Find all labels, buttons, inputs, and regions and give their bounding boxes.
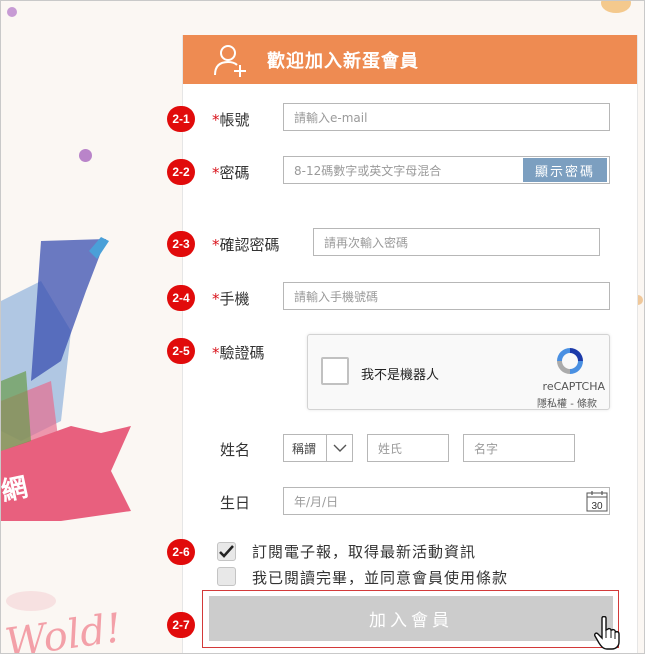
account-input[interactable]: 請輸入e-mail [283,103,610,131]
required-mark: * [212,290,220,308]
confirm-password-placeholder: 請再次輸入密碼 [324,235,409,250]
password-label: *密碼 [212,162,250,183]
recaptcha-text: 我不是機器人 [361,368,440,383]
captcha-label-text: 驗證碼 [219,344,265,362]
account-label: *帳號 [212,109,250,130]
hand-cursor-icon [594,616,620,650]
recaptcha-widget: 我不是機器人 reCAPTCHA 隱私權 - 條款 [307,334,610,410]
title-select[interactable]: 稱謂 [283,434,353,462]
password-placeholder: 8-12碼數字或英文字母混合 [294,163,442,178]
birthday-input[interactable]: 年/月/日 [283,487,610,515]
recaptcha-brand: reCAPTCHA [542,380,605,393]
phone-placeholder: 請輸入手機號碼 [294,289,379,304]
birthday-placeholder: 年/月/日 [294,494,339,509]
step-badge: 2-2 [167,159,195,185]
panel-header: 歡迎加入新蛋會員 [183,35,637,84]
account-label-text: 帳號 [219,111,250,129]
required-mark: * [212,164,220,182]
step-badge: 2-7 [167,612,195,638]
step-badge: 2-4 [167,285,195,311]
step-badge: 2-5 [167,338,195,364]
step-badge: 2-1 [167,106,195,132]
join-button[interactable]: 加入會員 [209,596,613,641]
first-name-input[interactable]: 名字 [463,434,575,462]
step-badge: 2-3 [167,231,195,257]
confirm-password-input[interactable]: 請再次輸入密碼 [313,228,600,256]
required-mark: * [212,236,220,254]
phone-label: *手機 [212,288,250,309]
captcha-label: *驗證碼 [212,342,265,363]
first-name-placeholder: 名字 [474,441,499,456]
name-label: 姓名 [220,441,251,459]
chevron-down-icon [326,435,352,461]
recaptcha-logo-icon [557,348,583,374]
newsletter-label: 訂閱電子報，取得最新活動資訊 [252,543,477,561]
decor-dot [601,1,631,13]
recaptcha-links[interactable]: 隱私權 - 條款 [537,395,597,410]
phone-input[interactable]: 請輸入手機號碼 [283,282,610,310]
newsletter-checkbox[interactable] [217,542,236,561]
checkmark-icon [219,545,234,558]
last-name-placeholder: 姓氏 [378,441,403,456]
title-select-value: 稱謂 [292,441,317,456]
password-label-text: 密碼 [219,164,250,182]
submit-highlight: 加入會員 [202,590,619,648]
required-mark: * [212,111,220,129]
phone-label-text: 手機 [219,290,250,308]
terms-label: 我已閱讀完畢，並同意會員使用條款 [252,569,509,587]
decor-dot [79,149,92,162]
terms-checkbox[interactable] [217,567,236,586]
account-placeholder: 請輸入e-mail [294,110,368,125]
page-title: 歡迎加入新蛋會員 [267,50,419,72]
last-name-input[interactable]: 姓氏 [367,434,449,462]
calendar-icon[interactable]: 30 [586,490,608,512]
step-badge: 2-6 [167,539,195,565]
recaptcha-checkbox[interactable] [321,357,349,385]
show-password-button[interactable]: 顯示密碼 [523,158,607,182]
confirm-password-label: *確認密碼 [212,234,280,255]
decor-dot [7,7,17,17]
birthday-label: 生日 [220,494,251,512]
calendar-day: 30 [591,501,603,512]
add-user-icon [214,44,246,77]
required-mark: * [212,344,220,362]
confirm-password-label-text: 確認密碼 [219,236,280,254]
page-frame: 網 Wold! 歡迎加入新蛋會員 2-1 *帳號 請輸入e-mail 2-2 *… [0,0,645,654]
